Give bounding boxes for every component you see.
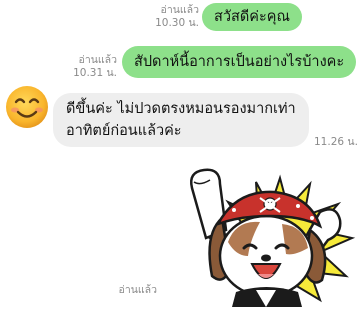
- chat-thread: อ่านแล้ว 10.30 น. สวัสดีค่ะคุณ อ่านแล้ว …: [0, 0, 360, 310]
- outgoing-message-bubble[interactable]: สวัสดีค่ะคุณ: [202, 3, 302, 31]
- message-meta: อ่านแล้ว 10.30 น.: [119, 4, 199, 30]
- message-text-line: ดีขึ้นค่ะ ไม่ปวดตรงหมอนรองมากเท่า: [66, 101, 296, 117]
- message-text-line: อาทิตย์ก่อนแล้วค่ะ: [66, 123, 182, 139]
- message-time: 10.31 น.: [73, 67, 117, 79]
- read-receipt: อ่านแล้ว: [160, 4, 199, 16]
- smiling-face-emoji-icon[interactable]: [4, 84, 50, 130]
- incoming-message-bubble[interactable]: ดีขึ้นค่ะ ไม่ปวดตรงหมอนรองมากเท่า อาทิตย…: [53, 93, 309, 147]
- message-text: สวัสดีค่ะคุณ: [214, 9, 290, 25]
- message-time: 11.26 น.: [314, 136, 358, 148]
- message-meta: อ่านแล้ว: [97, 284, 157, 297]
- message-meta: อ่านแล้ว 10.31 น.: [37, 54, 117, 80]
- message-text: สัปดาห์นี้อาการเป็นอย่างไรบ้างคะ: [134, 54, 345, 70]
- read-receipt: อ่านแล้ว: [118, 284, 157, 296]
- pirate-dog-sticker[interactable]: [170, 160, 360, 310]
- outgoing-message-bubble[interactable]: สัปดาห์นี้อาการเป็นอย่างไรบ้างคะ: [122, 46, 357, 78]
- message-time: 10.30 น.: [155, 17, 199, 29]
- read-receipt: อ่านแล้ว: [78, 54, 117, 66]
